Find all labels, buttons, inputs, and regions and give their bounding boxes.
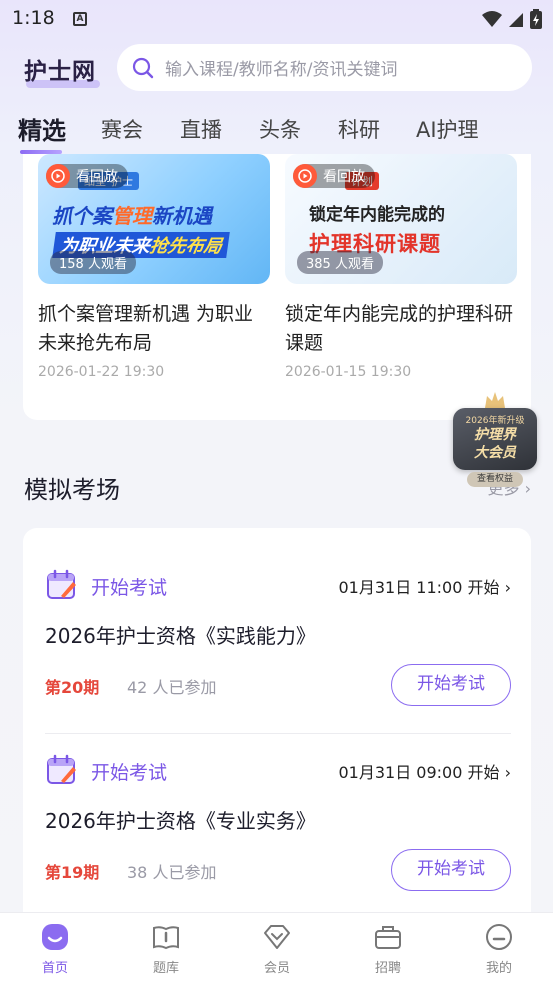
exam-title: 2026年护士资格《实践能力》 [45, 624, 316, 648]
bottom-nav: 首页 题库 会员 招聘 我的 [0, 912, 553, 984]
mock-exam-card: 开始考试 01月31日 11:00 开始 › 2026年护士资格《实践能力》 第… [23, 528, 531, 928]
wifi-icon [482, 11, 502, 27]
thumb-headline: 抓个案管理新机遇 [52, 204, 212, 228]
start-exam-button[interactable]: 开始考试 [391, 849, 511, 891]
book-icon [153, 926, 179, 950]
video-date: 2026-01-22 19:30 [38, 364, 165, 380]
exam-status: 开始考试 [91, 762, 168, 784]
video-title[interactable]: 锁定年内能完成的护理科研课题 [285, 300, 515, 358]
vip-membership-badge[interactable]: 2026年新升级 护理界 大会员 查看权益 [453, 388, 537, 488]
exam-participant-count: 42 人已参加 [127, 678, 217, 697]
calendar-icon [47, 569, 76, 599]
video-item[interactable]: 计划 锁定年内能完成的 护理科研课题 看回放 385 人观看 锁定年内能完成的护… [285, 154, 517, 380]
vip-badge-sub: 查看权益 [467, 472, 523, 487]
play-icon [293, 164, 317, 188]
video-item[interactable]: 细型"护士 抓个案管理新机遇 为职业未来抢先布局 看回放 158 人观看 抓个案… [38, 154, 270, 380]
replay-card: 细型"护士 抓个案管理新机遇 为职业未来抢先布局 看回放 158 人观看 抓个案… [23, 154, 531, 420]
replay-badge: 看回放 [293, 164, 375, 188]
view-count: 385 人观看 [297, 251, 383, 274]
nav-profile[interactable]: 我的 [459, 921, 539, 976]
exam-period: 第20期 [45, 678, 100, 697]
replay-badge: 看回放 [46, 164, 128, 188]
video-date: 2026-01-15 19:30 [285, 364, 412, 380]
play-icon [46, 164, 70, 188]
tab-live[interactable]: 直播 [180, 114, 222, 144]
video-title[interactable]: 抓个案管理新机遇 为职业未来抢先布局 [38, 300, 268, 358]
nav-label: 会员 [263, 961, 290, 976]
status-bar: 1:18 A [0, 0, 553, 38]
nav-recruitment[interactable]: 招聘 [348, 921, 428, 976]
nav-label: 招聘 [374, 961, 401, 976]
category-tabs: 精选 赛会 直播 头条 科研 AI护理 [0, 108, 553, 154]
exam-item[interactable]: 开始考试 01月31日 11:00 开始 › 2026年护士资格《实践能力》 第… [45, 568, 511, 753]
exam-time[interactable]: 01月31日 09:00 开始 › [338, 759, 511, 783]
divider [45, 733, 511, 734]
status-time: 1:18 [12, 7, 55, 29]
exam-status: 开始考试 [91, 577, 168, 599]
nav-question-bank[interactable]: 题库 [126, 921, 206, 976]
nav-label: 题库 [152, 961, 179, 976]
vip-badge-top: 2026年新升级 [465, 416, 525, 426]
chevron-right-icon: › [504, 578, 511, 597]
tab-ai-nursing[interactable]: AI护理 [416, 114, 479, 144]
exam-participant-count: 38 人已参加 [127, 863, 217, 882]
diamond-icon [264, 925, 290, 949]
vip-badge-title: 护理界 大会员 [474, 427, 516, 461]
search-input[interactable]: 输入课程/教师名称/资讯关键词 [117, 44, 532, 91]
nav-label: 我的 [485, 961, 512, 976]
crown-icon [485, 392, 505, 408]
video-thumbnail[interactable]: 计划 锁定年内能完成的 护理科研课题 看回放 385 人观看 [285, 154, 517, 284]
section-title: 模拟考场 [24, 476, 120, 504]
view-count: 158 人观看 [50, 251, 136, 274]
search-icon [132, 57, 154, 78]
home-icon [42, 924, 68, 950]
nav-home[interactable]: 首页 [15, 921, 95, 976]
header: 护士网 输入课程/教师名称/资讯关键词 [0, 44, 553, 94]
signal-icon [509, 13, 523, 27]
battery-icon [530, 9, 542, 29]
nav-membership[interactable]: 会员 [237, 921, 317, 976]
exam-item[interactable]: 开始考试 01月31日 09:00 开始 › 2026年护士资格《专业实务》 第… [45, 753, 511, 938]
notification-icon: A [73, 12, 87, 26]
profile-icon [486, 924, 512, 950]
tab-competition[interactable]: 赛会 [101, 114, 143, 144]
exam-title: 2026年护士资格《专业实务》 [45, 809, 316, 833]
calendar-icon [47, 754, 76, 784]
start-exam-button[interactable]: 开始考试 [391, 664, 511, 706]
briefcase-icon [375, 926, 401, 949]
tab-research[interactable]: 科研 [338, 114, 380, 144]
thumb-headline: 锁定年内能完成的 [309, 205, 445, 225]
exam-time[interactable]: 01月31日 11:00 开始 › [338, 574, 511, 598]
chevron-right-icon: › [504, 763, 511, 782]
exam-period: 第19期 [45, 863, 100, 882]
tab-featured[interactable]: 精选 [18, 111, 66, 146]
search-placeholder: 输入课程/教师名称/资讯关键词 [165, 60, 398, 80]
app-logo: 护士网 [24, 52, 100, 88]
nav-label: 首页 [41, 961, 68, 976]
video-thumbnail[interactable]: 细型"护士 抓个案管理新机遇 为职业未来抢先布局 看回放 158 人观看 [38, 154, 270, 284]
tab-headlines[interactable]: 头条 [259, 114, 301, 144]
status-icons [481, 8, 543, 30]
